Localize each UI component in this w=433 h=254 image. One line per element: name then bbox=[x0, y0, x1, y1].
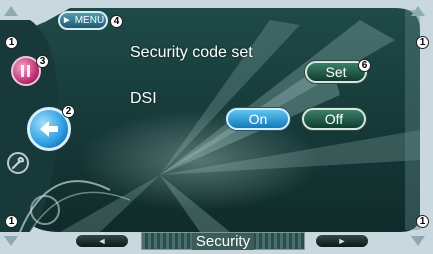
callout-marker-6: 6 bbox=[358, 59, 371, 72]
off-button-label: Off bbox=[324, 111, 344, 127]
prev-button[interactable]: ◄ bbox=[74, 233, 130, 249]
on-button-label: On bbox=[248, 111, 268, 127]
callout-marker-1-top-right: 1 bbox=[416, 36, 429, 49]
menu-label: MENU bbox=[74, 15, 105, 26]
return-arrow-icon bbox=[40, 121, 58, 137]
right-arrow-icon: ► bbox=[337, 236, 347, 246]
callout-marker-2: 2 bbox=[62, 105, 75, 118]
menu-button[interactable]: ► MENU bbox=[58, 11, 108, 30]
screen-frame: ► MENU Security code set DSI Set On Off … bbox=[0, 0, 433, 254]
callout-marker-1-bottom-left: 1 bbox=[5, 215, 18, 228]
scroll-down-left-icon[interactable] bbox=[4, 236, 18, 246]
screen-title: Security bbox=[191, 232, 255, 250]
wrench-icon bbox=[12, 157, 25, 169]
dsi-label: DSI bbox=[130, 90, 157, 107]
callout-marker-3: 3 bbox=[36, 55, 49, 68]
callout-marker-1-bottom-right: 1 bbox=[416, 215, 429, 228]
scroll-down-right-icon[interactable] bbox=[411, 236, 425, 246]
scroll-up-left-icon[interactable] bbox=[4, 6, 18, 16]
screen-title-bar: Security bbox=[141, 232, 305, 250]
scroll-up-right-icon[interactable] bbox=[411, 6, 425, 16]
play-arrow-icon: ► bbox=[61, 15, 72, 26]
dsi-on-button[interactable]: On bbox=[226, 108, 290, 130]
dsi-off-button[interactable]: Off bbox=[302, 108, 366, 130]
next-button[interactable]: ► bbox=[314, 233, 370, 249]
security-code-label: Security code set bbox=[130, 44, 253, 61]
setup-button[interactable] bbox=[7, 152, 29, 174]
callout-marker-4: 4 bbox=[110, 15, 123, 28]
set-button-label: Set bbox=[325, 64, 347, 80]
left-arrow-icon: ◄ bbox=[97, 236, 107, 246]
callout-marker-1-top-left: 1 bbox=[5, 36, 18, 49]
